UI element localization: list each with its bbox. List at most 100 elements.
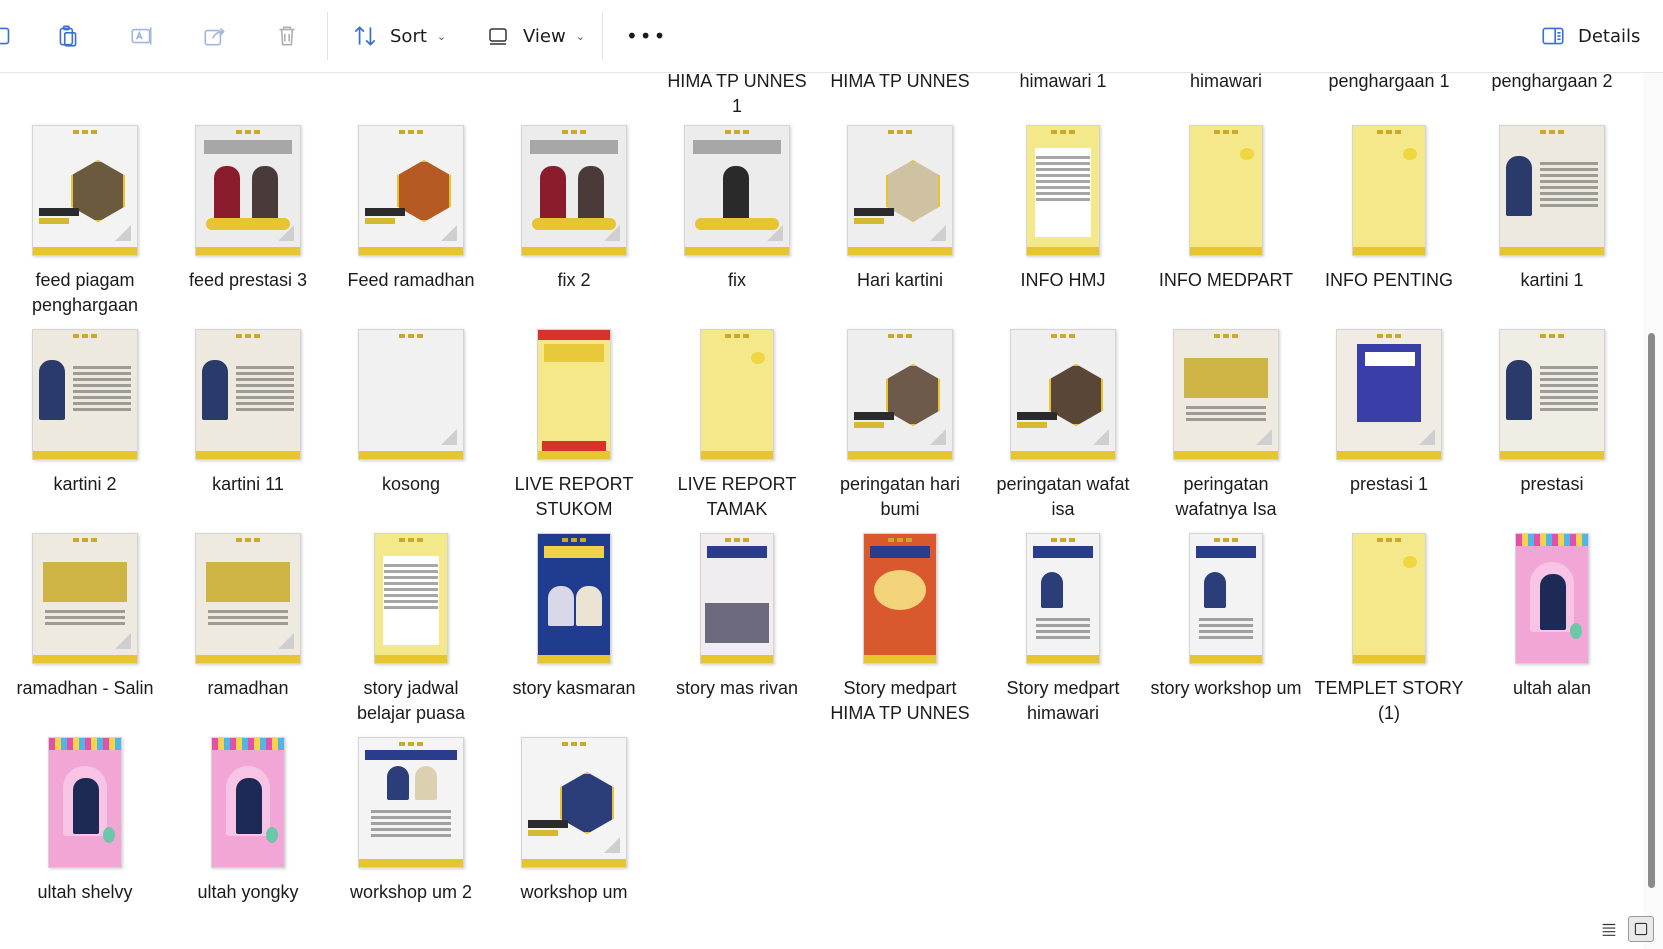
file-thumbnail[interactable] (847, 329, 953, 460)
file-thumbnail[interactable] (1189, 125, 1263, 256)
file-item[interactable]: HIMA TP UNNES (824, 73, 976, 94)
file-thumbnail[interactable] (1352, 533, 1426, 664)
file-item[interactable]: story jadwal belajar puasa (335, 533, 487, 723)
delete-icon[interactable] (271, 20, 303, 52)
file-item[interactable]: LIVE REPORT TAMAK (661, 329, 813, 519)
file-thumbnail[interactable] (537, 329, 611, 460)
file-item[interactable]: LIVE REPORT STUKOM (498, 329, 650, 519)
file-thumbnail[interactable] (374, 533, 448, 664)
file-item[interactable]: peringatan wafatnya Isa (1150, 329, 1302, 519)
vertical-scrollbar[interactable] (1643, 73, 1663, 949)
poster-title (1033, 546, 1093, 558)
file-thumbnail[interactable] (48, 737, 122, 868)
file-item[interactable]: TEMPLET STORY (1) (1313, 533, 1465, 723)
file-item[interactable]: INFO PENTING (1313, 125, 1465, 315)
file-thumbnail[interactable] (358, 737, 464, 868)
file-name-label: Feed ramadhan (347, 270, 475, 290)
share-icon[interactable] (199, 20, 231, 52)
view-button[interactable]: View ⌄ (483, 18, 585, 54)
file-thumbnail[interactable] (195, 125, 301, 256)
file-name-label: ultah alan (1512, 678, 1592, 698)
file-name-label: peringatan hari bumi (839, 474, 961, 519)
file-item[interactable]: story workshop um (1150, 533, 1302, 723)
file-item[interactable]: kosong (335, 329, 487, 519)
file-item[interactable]: ramadhan - Salin (9, 533, 161, 723)
file-name-label: story workshop um (1150, 678, 1302, 698)
file-item[interactable]: kartini 11 (172, 329, 324, 519)
file-thumbnail[interactable] (1499, 329, 1605, 460)
file-thumbnail[interactable] (1515, 533, 1589, 664)
file-thumbnail[interactable] (1336, 329, 1442, 460)
file-item[interactable]: himawari (1150, 73, 1302, 94)
file-item[interactable]: himawari 1 (987, 73, 1139, 94)
file-item[interactable]: ultah shelvy (9, 737, 161, 927)
file-item[interactable]: prestasi 1 (1313, 329, 1465, 519)
file-thumbnail[interactable] (358, 329, 464, 460)
file-item[interactable]: ultah yongky (172, 737, 324, 927)
file-thumbnail[interactable] (537, 533, 611, 664)
file-thumbnail[interactable] (32, 533, 138, 664)
file-item[interactable]: kartini 2 (9, 329, 161, 519)
file-thumbnail[interactable] (32, 125, 138, 256)
file-item[interactable]: fix 2 (498, 125, 650, 315)
paste-icon[interactable] (52, 20, 84, 52)
file-thumbnail[interactable] (700, 533, 774, 664)
file-item[interactable]: story mas rivan (661, 533, 813, 723)
file-thumbnail[interactable] (863, 533, 937, 664)
rename-icon[interactable] (126, 20, 158, 52)
file-thumbnail[interactable] (32, 329, 138, 460)
more-options-button[interactable]: ••• (626, 18, 667, 54)
file-item[interactable]: Hari kartini (824, 125, 976, 315)
sort-button[interactable]: Sort ⌄ (350, 18, 446, 54)
file-thumbnail[interactable] (195, 329, 301, 460)
file-item[interactable]: Story medpart himawari (987, 533, 1139, 723)
thumbnail-header-logos (1190, 538, 1262, 543)
file-thumbnail[interactable] (521, 125, 627, 256)
file-thumbnail[interactable] (195, 533, 301, 664)
file-thumbnail[interactable] (1352, 125, 1426, 256)
file-item[interactable]: kartini 1 (1476, 125, 1628, 315)
subheadline-text-block (39, 218, 69, 224)
file-item[interactable]: penghargaan 2 (1476, 73, 1628, 94)
file-item[interactable]: prestasi (1476, 329, 1628, 519)
file-thumbnail[interactable] (1026, 533, 1100, 664)
file-thumbnail[interactable] (1499, 125, 1605, 256)
file-thumbnail[interactable] (1189, 533, 1263, 664)
file-item[interactable]: Story medpart HIMA TP UNNES (824, 533, 976, 723)
file-item[interactable]: fix (661, 125, 813, 315)
file-item[interactable]: HIMA TP UNNES 1 (661, 73, 813, 119)
scrollbar-thumb[interactable] (1648, 333, 1655, 888)
page-curl-graphic (115, 225, 131, 241)
file-thumbnail[interactable] (847, 125, 953, 256)
file-item[interactable]: Feed ramadhan (335, 125, 487, 315)
file-item[interactable]: feed prestasi 3 (172, 125, 324, 315)
file-item[interactable]: peringatan wafat isa (987, 329, 1139, 519)
thumbnail-header-logos (375, 538, 447, 543)
headline-text-block (854, 208, 894, 216)
footer-strip (33, 451, 137, 459)
file-item[interactable]: workshop um 2 (335, 737, 487, 927)
file-item[interactable]: ramadhan (172, 533, 324, 723)
details-button[interactable]: Details (1538, 18, 1640, 54)
details-view-icon[interactable] (1596, 916, 1622, 942)
file-item[interactable]: story kasmaran (498, 533, 650, 723)
file-item[interactable]: INFO MEDPART (1150, 125, 1302, 315)
file-item[interactable]: ultah alan (1476, 533, 1628, 723)
file-thumbnail[interactable] (211, 737, 285, 868)
file-thumbnail[interactable] (1173, 329, 1279, 460)
copy-icon[interactable] (0, 20, 18, 52)
file-item[interactable]: workshop um (498, 737, 650, 927)
file-item[interactable]: penghargaan 1 (1313, 73, 1465, 94)
file-thumbnail[interactable] (521, 737, 627, 868)
file-thumbnail[interactable] (1026, 125, 1100, 256)
file-item[interactable]: feed piagam penghargaan (9, 125, 161, 315)
file-thumbnail[interactable] (1010, 329, 1116, 460)
thumbnail-header-logos (538, 538, 610, 543)
file-name-label: TEMPLET STORY (1) (1314, 678, 1464, 723)
file-thumbnail[interactable] (700, 329, 774, 460)
file-thumbnail[interactable] (358, 125, 464, 256)
file-item[interactable]: peringatan hari bumi (824, 329, 976, 519)
large-icons-view-icon[interactable] (1628, 916, 1654, 942)
file-thumbnail[interactable] (684, 125, 790, 256)
file-item[interactable]: INFO HMJ (987, 125, 1139, 315)
